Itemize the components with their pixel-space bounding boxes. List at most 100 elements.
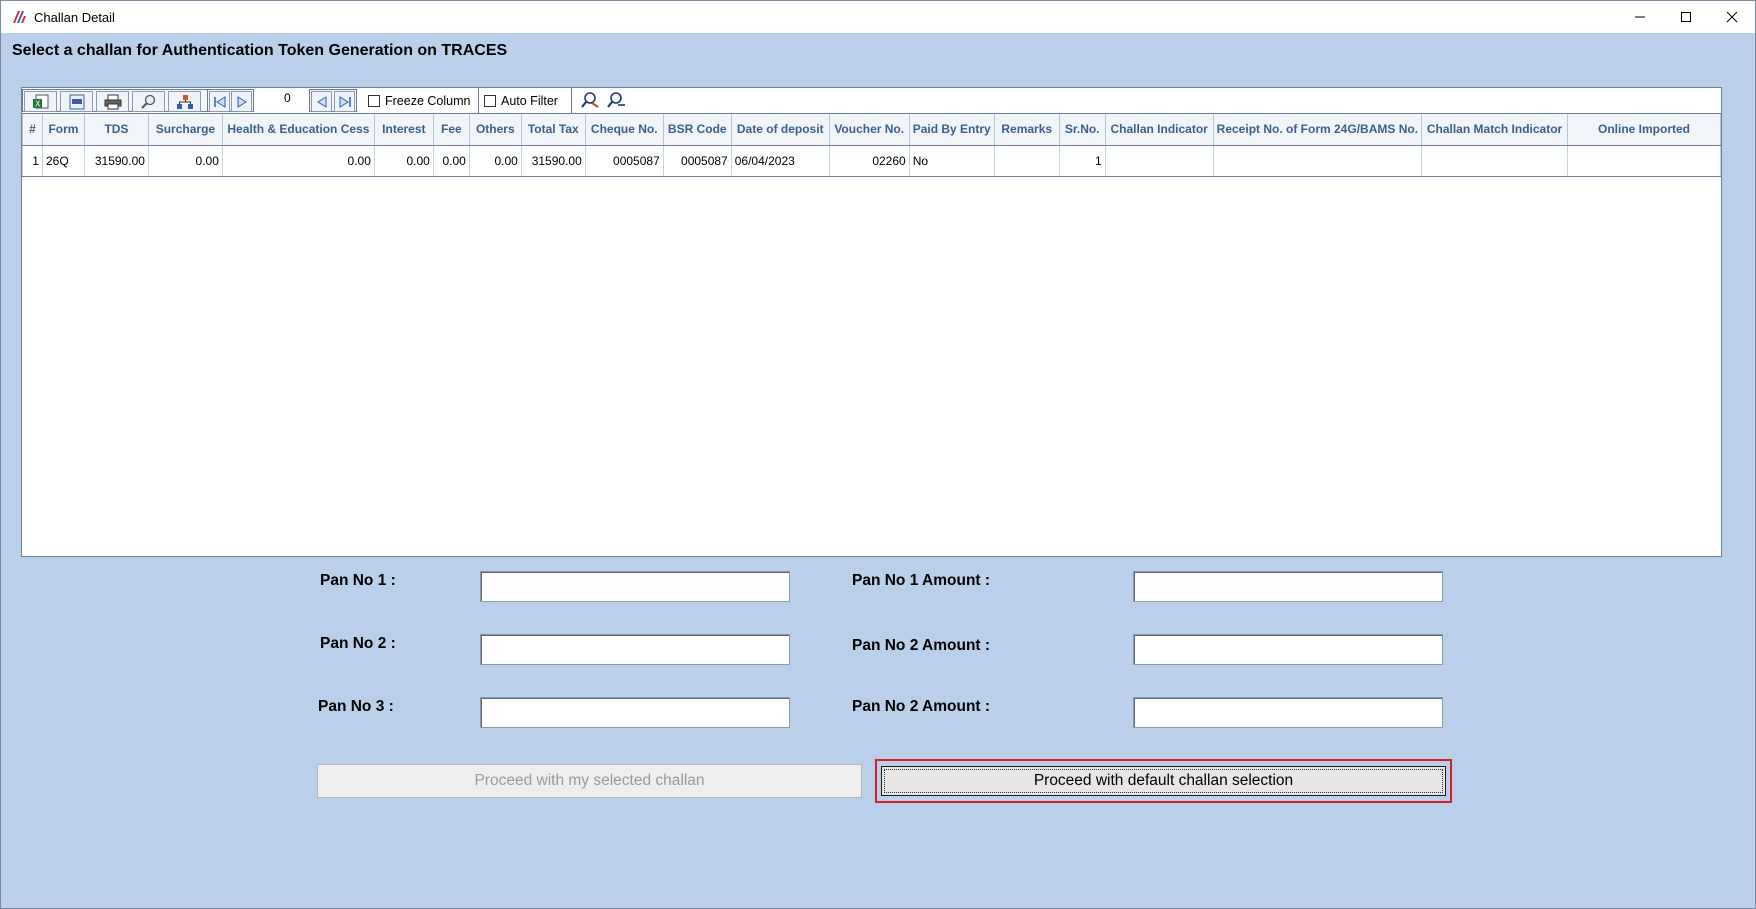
group-button[interactable] (168, 91, 201, 112)
pan1-label: Pan No 1 : (320, 572, 396, 589)
column-header[interactable]: Receipt No. of Form 24G/BAMS No. (1212, 114, 1423, 146)
column-header[interactable]: # (22, 114, 43, 146)
first-page-button[interactable] (209, 91, 230, 112)
table-cell[interactable]: 26Q (41, 144, 85, 177)
maximize-icon (1681, 12, 1691, 22)
pan3-amount-input[interactable] (1133, 697, 1443, 728)
play-left-icon (316, 95, 326, 108)
column-header[interactable]: TDS (83, 114, 149, 146)
column-header[interactable]: Health & Education Cess (221, 114, 375, 146)
table-header-row: # Form TDS Surcharge Health & Education … (22, 114, 1721, 146)
pan2-amount-input[interactable] (1133, 634, 1443, 665)
column-header[interactable]: Others (468, 114, 522, 146)
pan3-amount-label: Pan No 2 Amount : (852, 698, 991, 715)
table-cell[interactable]: 0.00 (221, 144, 375, 177)
maximize-button[interactable] (1663, 1, 1709, 33)
table-cell[interactable]: 31590.00 (520, 144, 586, 177)
proceed-default-label: Proceed with default challan selection (1033, 772, 1294, 789)
last-page-button[interactable] (334, 91, 355, 112)
table-cell[interactable]: 1 (22, 144, 43, 177)
binoculars-icon (581, 92, 599, 108)
pan2-label: Pan No 2 : (320, 635, 396, 652)
next-page-button[interactable] (231, 91, 252, 112)
printer-icon (104, 94, 121, 109)
export-csv-button[interactable] (60, 91, 93, 112)
page-number: 0 (284, 91, 291, 105)
column-header[interactable]: Cheque No. (584, 114, 664, 146)
hierarchy-icon (176, 94, 193, 109)
pan1-amount-input[interactable] (1133, 571, 1443, 602)
column-header[interactable]: Interest (373, 114, 434, 146)
column-header[interactable]: BSR Code (662, 114, 732, 146)
column-header[interactable]: Challan Match Indicator (1421, 114, 1569, 146)
column-header[interactable]: Total Tax (520, 114, 586, 146)
challan-detail-window: Challan Detail Select a challan for Auth… (0, 0, 1756, 909)
find-button[interactable] (132, 91, 165, 112)
table-cell[interactable]: 1 (1058, 144, 1106, 177)
column-header[interactable]: Remarks (993, 114, 1060, 146)
play-right-icon (237, 95, 247, 108)
column-header[interactable]: Fee (432, 114, 470, 146)
minimize-button[interactable] (1617, 1, 1663, 33)
previous-page-button[interactable] (311, 91, 332, 112)
proceed-default-challan-button[interactable]: Proceed with default challan selection (881, 766, 1446, 796)
challan-grid: X 0 Freeze Column Auto Filter # Form TDS… (21, 87, 1722, 557)
table-cell[interactable]: 02260 (828, 144, 910, 177)
table-cell[interactable]: 0.00 (147, 144, 223, 177)
search-icon (607, 92, 625, 108)
print-button[interactable] (96, 91, 129, 112)
pan2-input[interactable] (480, 634, 790, 665)
auto-filter-checkbox[interactable] (484, 94, 496, 107)
pan3-label: Pan No 3 : (318, 698, 394, 715)
toolbar-group-nav-last (309, 89, 357, 112)
column-header[interactable]: Date of deposit (730, 114, 830, 146)
freeze-column-checkbox[interactable] (368, 94, 380, 107)
freeze-column-label: Freeze Column (385, 93, 471, 108)
pan3-input[interactable] (480, 697, 790, 728)
csv-icon (69, 94, 84, 109)
highlight-frame: Proceed with default challan selection (875, 759, 1452, 803)
table-cell[interactable]: 0.00 (468, 144, 522, 177)
table-cell[interactable]: No (908, 144, 995, 177)
pan1-input[interactable] (480, 571, 790, 602)
table-cell[interactable]: 0.00 (432, 144, 470, 177)
column-header[interactable]: Sr.No. (1058, 114, 1106, 146)
page-heading: Select a challan for Authentication Toke… (12, 42, 508, 59)
column-header[interactable]: Surcharge (147, 114, 223, 146)
column-header[interactable]: Voucher No. (828, 114, 910, 146)
find-next-button[interactable] (581, 91, 601, 111)
table-cell[interactable]: 0.00 (373, 144, 434, 177)
minimize-icon (1635, 16, 1645, 18)
find-previous-button[interactable] (607, 91, 627, 111)
auto-filter-label: Auto Filter (501, 93, 558, 108)
column-header[interactable]: Form (41, 114, 85, 146)
table-row[interactable]: 1 26Q 31590.00 0.00 0.00 0.00 0.00 0.00 … (22, 144, 1721, 177)
toolbar-separator (571, 88, 572, 114)
column-header[interactable]: Challan Indicator (1104, 114, 1214, 146)
table-cell[interactable] (1104, 144, 1214, 177)
toolbar-group-actions: X (22, 89, 208, 112)
window-title: Challan Detail (34, 9, 115, 25)
svg-text:X: X (35, 99, 41, 108)
table-cell[interactable]: 06/04/2023 (730, 144, 830, 177)
table-cell[interactable] (1567, 144, 1721, 177)
challan-table: # Form TDS Surcharge Health & Education … (22, 114, 1721, 177)
freeze-column-toggle[interactable]: Freeze Column (368, 91, 470, 110)
table-cell[interactable] (1421, 144, 1569, 177)
export-excel-button[interactable]: X (24, 91, 57, 112)
toolbar-group-nav-first (208, 89, 254, 112)
pan2-amount-label: Pan No 2 Amount : (852, 637, 991, 654)
close-icon (1726, 11, 1738, 23)
last-page-icon (339, 95, 351, 108)
table-cell[interactable] (1212, 144, 1423, 177)
table-cell[interactable]: 0005087 (584, 144, 664, 177)
column-header[interactable]: Paid By Entry (908, 114, 995, 146)
close-button[interactable] (1709, 1, 1755, 33)
table-cell[interactable]: 31590.00 (83, 144, 149, 177)
auto-filter-toggle[interactable]: Auto Filter (484, 91, 558, 110)
proceed-selected-challan-button[interactable]: Proceed with my selected challan (317, 764, 862, 798)
table-cell[interactable]: 0005087 (662, 144, 732, 177)
title-bar: Challan Detail (1, 1, 1755, 33)
column-header[interactable]: Online Imported (1567, 114, 1721, 146)
table-cell[interactable] (993, 144, 1060, 177)
